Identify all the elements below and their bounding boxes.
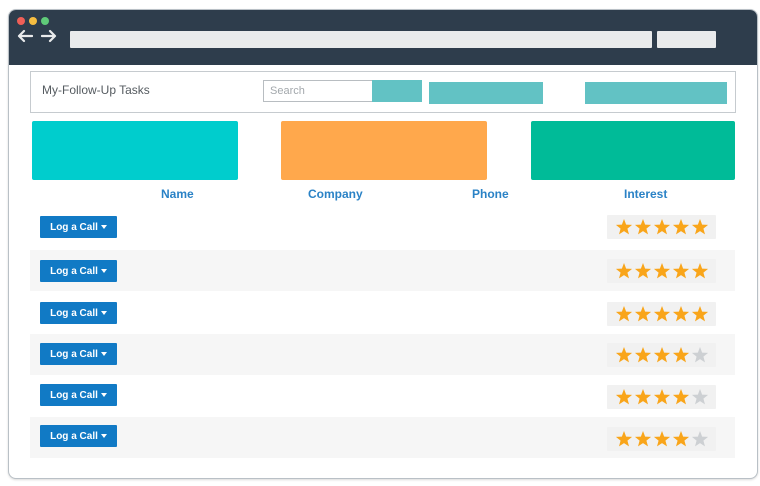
- star-filled-icon: [653, 219, 671, 235]
- log-a-call-button[interactable]: Log a Call: [40, 216, 117, 238]
- star-filled-icon: [691, 306, 709, 322]
- table-row: Log a Call: [30, 207, 735, 248]
- summary-card-3: [531, 121, 735, 180]
- address-bar[interactable]: [70, 31, 652, 48]
- log-a-call-button[interactable]: Log a Call: [40, 302, 117, 324]
- star-filled-icon: [615, 306, 633, 322]
- chevron-down-icon: [100, 268, 107, 273]
- star-filled-icon: [653, 347, 671, 363]
- star-filled-icon: [672, 306, 690, 322]
- header-action-button-1[interactable]: [429, 82, 543, 104]
- star-rating-icon: [615, 306, 709, 322]
- star-rating-icon: [615, 263, 709, 279]
- table-row: Log a Call: [30, 417, 735, 458]
- star-rating-icon: [615, 431, 709, 447]
- star-filled-icon: [653, 306, 671, 322]
- star-filled-icon: [634, 263, 652, 279]
- table-row: Log a Call: [30, 334, 735, 375]
- star-empty-icon: [691, 347, 709, 363]
- star-filled-icon: [672, 431, 690, 447]
- star-filled-icon: [672, 263, 690, 279]
- interest-rating: [607, 427, 716, 451]
- star-filled-icon: [691, 219, 709, 235]
- star-empty-icon: [691, 389, 709, 405]
- chevron-down-icon: [100, 351, 107, 356]
- interest-rating: [607, 259, 716, 283]
- column-header-company[interactable]: Company: [308, 187, 363, 201]
- star-filled-icon: [691, 263, 709, 279]
- star-rating-icon: [615, 389, 709, 405]
- summary-card-1: [32, 121, 238, 180]
- star-filled-icon: [672, 389, 690, 405]
- interest-rating: [607, 215, 716, 239]
- back-arrow-icon[interactable]: [17, 29, 33, 43]
- interest-rating: [607, 343, 716, 367]
- minimize-window-icon[interactable]: [29, 17, 37, 25]
- browser-window: My-Follow-Up Tasks Name Company Phone In…: [8, 9, 758, 479]
- summary-card-2: [281, 121, 487, 180]
- star-filled-icon: [615, 263, 633, 279]
- address-bar-button[interactable]: [657, 31, 716, 48]
- star-filled-icon: [672, 347, 690, 363]
- search-input[interactable]: [263, 80, 375, 102]
- page-title: My-Follow-Up Tasks: [42, 83, 150, 97]
- star-filled-icon: [615, 219, 633, 235]
- header-action-button-2[interactable]: [585, 82, 727, 104]
- log-a-call-button[interactable]: Log a Call: [40, 343, 117, 365]
- chevron-down-icon: [100, 392, 107, 397]
- table-row: Log a Call: [30, 375, 735, 416]
- close-window-icon[interactable]: [17, 17, 25, 25]
- browser-titlebar: [9, 10, 757, 65]
- star-filled-icon: [653, 431, 671, 447]
- star-filled-icon: [615, 389, 633, 405]
- column-header-interest[interactable]: Interest: [624, 187, 667, 201]
- star-filled-icon: [634, 347, 652, 363]
- log-a-call-button[interactable]: Log a Call: [40, 425, 117, 447]
- column-header-name[interactable]: Name: [161, 187, 194, 201]
- column-header-phone[interactable]: Phone: [472, 187, 509, 201]
- star-filled-icon: [634, 306, 652, 322]
- log-a-call-button[interactable]: Log a Call: [40, 384, 117, 406]
- star-filled-icon: [634, 431, 652, 447]
- chevron-down-icon: [100, 224, 107, 229]
- interest-rating: [607, 385, 716, 409]
- star-empty-icon: [691, 431, 709, 447]
- chevron-down-icon: [100, 433, 107, 438]
- maximize-window-icon[interactable]: [41, 17, 49, 25]
- star-filled-icon: [615, 431, 633, 447]
- chevron-down-icon: [100, 310, 107, 315]
- star-filled-icon: [634, 389, 652, 405]
- star-filled-icon: [653, 389, 671, 405]
- star-rating-icon: [615, 347, 709, 363]
- star-filled-icon: [653, 263, 671, 279]
- log-a-call-button[interactable]: Log a Call: [40, 260, 117, 282]
- search-button[interactable]: [372, 80, 422, 102]
- forward-arrow-icon[interactable]: [41, 29, 57, 43]
- star-filled-icon: [672, 219, 690, 235]
- page-header: My-Follow-Up Tasks: [30, 71, 736, 113]
- table-row: Log a Call: [30, 293, 735, 334]
- interest-rating: [607, 302, 716, 326]
- star-rating-icon: [615, 219, 709, 235]
- table-row: Log a Call: [30, 250, 735, 291]
- star-filled-icon: [634, 219, 652, 235]
- star-filled-icon: [615, 347, 633, 363]
